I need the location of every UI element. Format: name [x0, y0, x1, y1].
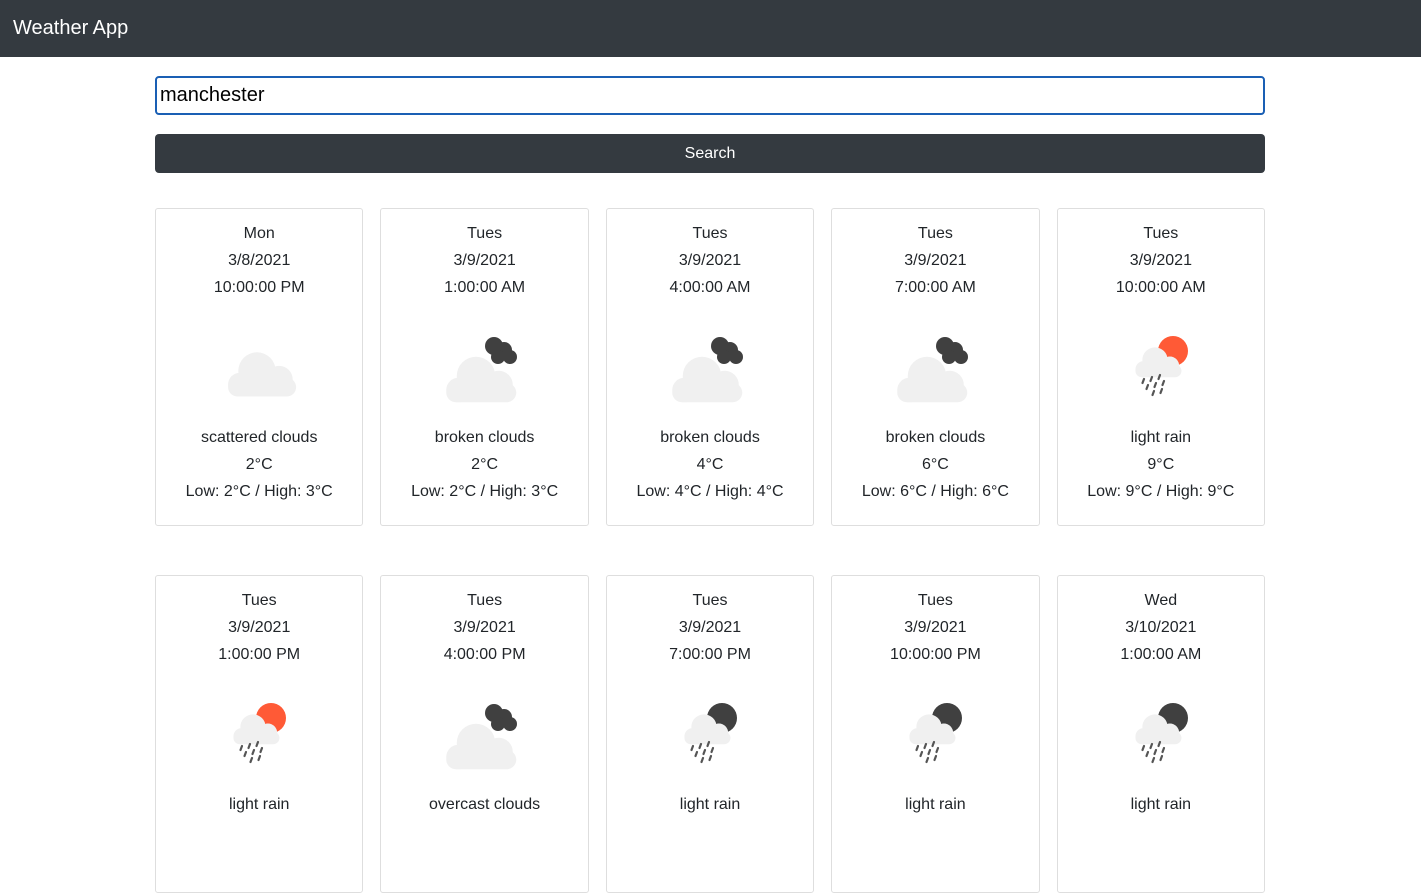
- forecast-time: 7:00:00 AM: [894, 279, 976, 296]
- forecast-time: 1:00:00 PM: [218, 646, 301, 663]
- forecast-date: 3/9/2021: [453, 252, 516, 269]
- forecast-date: 3/9/2021: [678, 252, 742, 269]
- forecast-description: light rain: [228, 796, 290, 813]
- forecast-time: 4:00:00 AM: [669, 279, 751, 296]
- broken-clouds-icon: [897, 331, 969, 403]
- forecast-day: Tues: [467, 592, 503, 609]
- forecast-description: scattered clouds: [200, 429, 318, 446]
- forecast-description: light rain: [1130, 429, 1192, 446]
- forecast-date: 3/8/2021: [228, 252, 291, 269]
- forecast-time: 1:00:00 AM: [1120, 646, 1202, 663]
- forecast-day: Tues: [692, 592, 728, 609]
- forecast-date: 3/9/2021: [678, 619, 742, 636]
- forecast-date: 3/9/2021: [904, 252, 967, 269]
- forecast-description: light rain: [905, 796, 966, 813]
- forecast-time: 10:00:00 AM: [1115, 279, 1206, 296]
- light-rain-sun-icon: [1135, 331, 1188, 401]
- forecast-card: Tues 3/9/2021 1:00:00 AM broken clouds 2…: [380, 208, 589, 526]
- forecast-range: Low: 4°C / High: 4°C: [636, 483, 784, 500]
- forecast-card: Tues 3/9/2021 4:00:00 PM overcast clouds: [380, 575, 589, 893]
- forecast-time: 4:00:00 PM: [443, 646, 526, 663]
- forecast-description: broken clouds: [885, 429, 986, 446]
- forecast-card: Tues 3/9/2021 4:00:00 AM broken clouds 4…: [605, 208, 815, 526]
- overcast-clouds-icon: [446, 698, 518, 770]
- forecast-description: light rain: [679, 796, 741, 813]
- forecast-day: Tues: [917, 225, 953, 242]
- forecast-description: broken clouds: [434, 429, 535, 446]
- forecast-card: Tues 3/9/2021 7:00:00 PM light rain: [605, 575, 815, 893]
- navbar: Weather App: [0, 0, 1421, 57]
- forecast-date: 3/9/2021: [904, 619, 967, 636]
- forecast-time: 1:00:00 AM: [444, 279, 526, 296]
- search-input[interactable]: [155, 76, 1265, 115]
- forecast-card: Tues 3/9/2021 10:00:00 PM light rain: [831, 575, 1040, 893]
- light-rain-night-icon: [1135, 698, 1188, 768]
- forecast-day: Tues: [1143, 225, 1179, 242]
- forecast-card: Wed 3/10/2021 1:00:00 AM light rain: [1056, 575, 1266, 893]
- forecast-description: overcast clouds: [429, 796, 541, 813]
- forecast-row-1: Mon 3/8/2021 10:00:00 PM scattered cloud…: [155, 208, 1266, 526]
- forecast-date: 3/9/2021: [1129, 252, 1192, 269]
- light-rain-sun-icon: [233, 698, 286, 768]
- forecast-day: Mon: [243, 225, 275, 242]
- light-rain-night-icon: [909, 698, 963, 768]
- forecast-date: 3/10/2021: [1125, 619, 1197, 636]
- forecast-card: Tues 3/9/2021 10:00:00 AM light rain 9°C…: [1056, 208, 1266, 526]
- forecast-day: Tues: [692, 225, 728, 242]
- forecast-description: broken clouds: [660, 429, 760, 446]
- forecast-time: 7:00:00 PM: [669, 646, 751, 663]
- forecast-row-2: Tues 3/9/2021 1:00:00 PM light rain Tues…: [155, 575, 1266, 893]
- forecast-temperature: 6°C: [921, 456, 949, 473]
- search-button[interactable]: Search: [155, 134, 1265, 173]
- forecast-time: 10:00:00 PM: [890, 646, 981, 663]
- broken-clouds-icon: [672, 331, 743, 403]
- forecast-card: Tues 3/9/2021 1:00:00 PM light rain: [155, 575, 364, 893]
- forecast-date: 3/9/2021: [228, 619, 291, 636]
- forecast-range: Low: 2°C / High: 3°C: [411, 483, 559, 500]
- forecast-description: light rain: [1130, 796, 1192, 813]
- forecast-temperature: 2°C: [471, 456, 499, 473]
- forecast-range: Low: 2°C / High: 3°C: [185, 483, 333, 500]
- forecast-day: Tues: [241, 592, 277, 609]
- forecast-time: 10:00:00 PM: [213, 279, 305, 296]
- forecast-temperature: 9°C: [1147, 456, 1175, 473]
- forecast-day: Wed: [1144, 592, 1178, 609]
- forecast-range: Low: 9°C / High: 9°C: [1087, 483, 1235, 500]
- app-title[interactable]: Weather App: [13, 17, 128, 40]
- broken-clouds-icon: [446, 331, 518, 403]
- forecast-day: Tues: [917, 592, 953, 609]
- forecast-temperature: 2°C: [245, 456, 273, 473]
- forecast-date: 3/9/2021: [453, 619, 516, 636]
- scattered-clouds-icon: [228, 331, 297, 401]
- forecast-card: Mon 3/8/2021 10:00:00 PM scattered cloud…: [155, 208, 364, 526]
- forecast-day: Tues: [467, 225, 503, 242]
- light-rain-night-icon: [684, 698, 737, 768]
- forecast-temperature: 4°C: [696, 456, 724, 473]
- forecast-card: Tues 3/9/2021 7:00:00 AM broken clouds 6…: [831, 208, 1040, 526]
- forecast-range: Low: 6°C / High: 6°C: [861, 483, 1009, 500]
